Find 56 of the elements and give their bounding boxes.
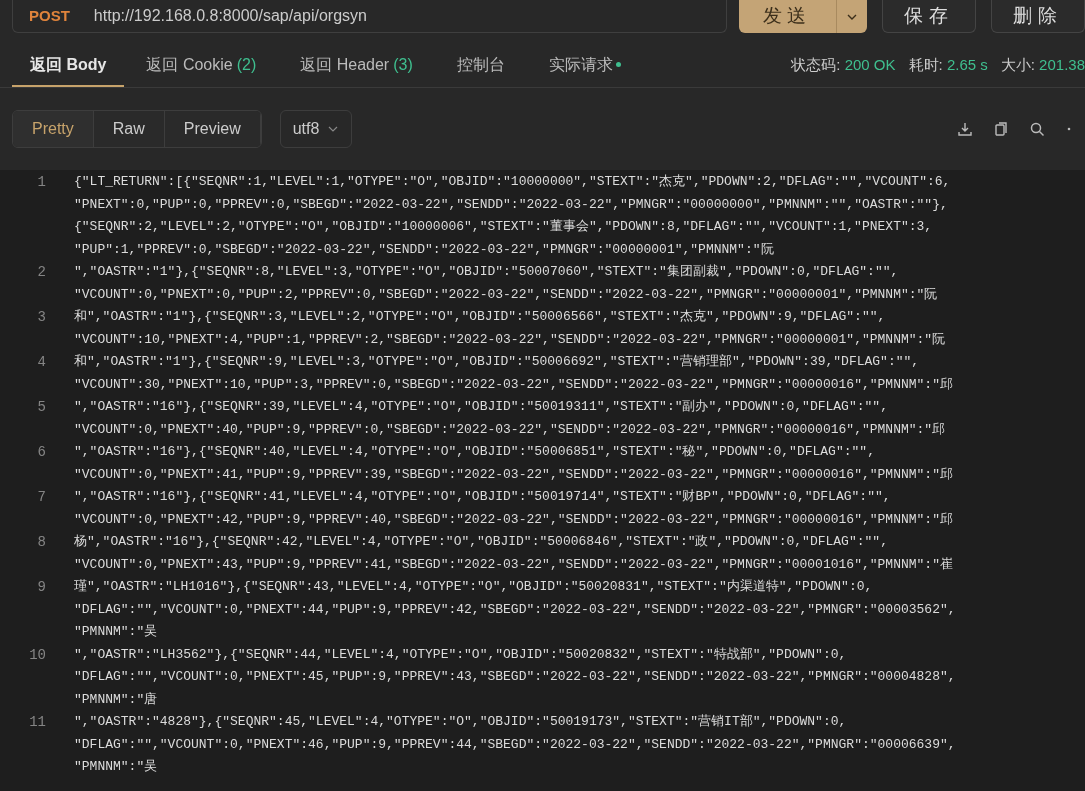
code-text: "PMNNM":"吴: [74, 623, 159, 641]
code-text: ","OASTR":"LH3562"},{"SEQNR":44,"LEVEL":4,"OTYPE":"O","OBJID":"50020832","STEXT":"特战部","PDOWN":0,: [74, 645, 848, 664]
code-text: "VCOUNT":0,"PNEXT":43,"PUP":9,"PPREV":41,"SBEGD":"2022-03-22","SENDD":"2022-03-22","PMNGR":"00001016","PMNNM":"崔: [74, 555, 953, 574]
line-number: 7: [36, 488, 46, 507]
code-text: "VCOUNT":0,"PNEXT":0,"PUP":2,"PPREV":0,"SBEGD":"2022-03-22","SENDD":"2022-03-22","PMNGR":"00000001","PMNNM":"阮: [74, 285, 938, 304]
search-icon[interactable]: [1029, 121, 1045, 137]
code-text: "PMNNM":"吴: [74, 758, 159, 776]
line-number: 5: [36, 398, 46, 417]
code-text: "VCOUNT":30,"PNEXT":10,"PUP":3,"PPREV":0,"SBEGD":"2022-03-22","SENDD":"2022-03-22","PMNGR":"00000016","PMNNM":"邱: [74, 375, 953, 394]
code-text: {"LT_RETURN":[{"SEQNR":1,"LEVEL":1,"OTYPE":"O","OBJID":"10000000","STEXT":"杰克","PDOWN":2,"DFLAG":"","VCOUNT":6,: [74, 173, 951, 191]
code-text: {"SEQNR":2,"LEVEL":2,"OTYPE":"O","OBJID":"10000006","STEXT":"董事会","PDOWN":8,"DFLAG":"","VCOUNT":1,"PNEXT":3,: [74, 218, 934, 236]
line-number: 4: [36, 353, 46, 372]
response-tab[interactable]: 返回 Header (3): [278, 44, 435, 87]
copy-icon[interactable]: [993, 121, 1009, 137]
line-number: 3: [36, 308, 46, 327]
toolbar-button[interactable]: 删除: [991, 0, 1085, 33]
code-text: ","OASTR":"16"},{"SEQNR":41,"LEVEL":4,"OTYPE":"O","OBJID":"50019714","STEXT":"财BP","PDOWN":0,"DFLAG":"",: [74, 488, 892, 506]
encoding-dropdown[interactable]: utf8: [279, 110, 353, 148]
code-text: ","OASTR":"4828"},{"SEQNR":45,"LEVEL":4,"OTYPE":"O","OBJID":"50019173","STEXT":"营销IT部","PDOWN":0,: [74, 713, 848, 731]
response-tab[interactable]: 实际请求: [526, 44, 643, 87]
line-number: 9: [36, 578, 46, 597]
status-text: 状态码: 200 OK: [791, 55, 896, 76]
code-text: "VCOUNT":10,"PNEXT":4,"PUP":1,"PPREV":2,"SBEGD":"2022-03-22","SENDD":"2022-03-22","PMNGR":"00000001","PMNNM":"阮: [74, 330, 946, 349]
code-text: "PNEXT":0,"PUP":0,"PPREV":0,"SBEGD":"2022-03-22","SENDD":"2022-03-22","PMNGR":"00000000","PMNNM":"","OASTR":""},: [74, 195, 949, 214]
code-text: "VCOUNT":0,"PNEXT":41,"PUP":9,"PPREV":39,"SBEGD":"2022-03-22","SENDD":"2022-03-22","PMNGR":"00000016","PMNNM":"邱: [74, 465, 953, 484]
line-number: 8: [36, 533, 46, 552]
code-text: "VCOUNT":0,"PNEXT":42,"PUP":9,"PPREV":40,"SBEGD":"2022-03-22","SENDD":"2022-03-22","PMNGR":"00000016","PMNNM":"邱: [74, 510, 953, 529]
toolbar-button[interactable]: 保存: [882, 0, 976, 33]
code-text: 瑾","OASTR":"LH1016"},{"SEQNR":43,"LEVEL":4,"OTYPE":"O","OBJID":"50020831","STEXT":"内渠道特","PDOWN":0,: [74, 578, 874, 596]
method-label: POST: [29, 5, 70, 26]
url-bar[interactable]: POST http://192.168.0.8:8000/sap/api/orgsyn: [12, 0, 727, 33]
code-text: "DFLAG":"","VCOUNT":0,"PNEXT":46,"PUP":9,"PPREV":44,"SBEGD":"2022-03-22","SENDD":"2022-03-22","PMNGR":"00006639",: [74, 735, 956, 754]
line-number: 10: [28, 645, 46, 665]
response-tab[interactable]: 返回 Cookie (2): [124, 44, 279, 87]
line-number: 1: [36, 173, 46, 192]
view-mode-tab[interactable]: Pretty: [13, 111, 94, 147]
line-number: 11: [28, 713, 46, 732]
response-tab[interactable]: 控制台: [434, 44, 527, 87]
url-text: http://192.168.0.8:8000/sap/api/orgsyn: [93, 6, 367, 26]
code-text: 和","OASTR":"1"},{"SEQNR":9,"LEVEL":3,"OTYPE":"O","OBJID":"50006692","STEXT":"营销理部","PDOWN":39,"DFLAG":"",: [74, 353, 921, 371]
line-number: 2: [36, 263, 46, 282]
code-text: ","OASTR":"16"},{"SEQNR":40,"LEVEL":4,"OTYPE":"O","OBJID":"50006851","STEXT":"秘","PDOWN":0,"DFLAG":"",: [74, 443, 876, 461]
line-number: 6: [36, 443, 46, 462]
code-text: ","OASTR":"1"},{"SEQNR":8,"LEVEL":3,"OTYPE":"O","OBJID":"50007060","STEXT":"集团副裁","PDOWN":0,"DFLAG":"",: [74, 263, 900, 281]
code-text: 和","OASTR":"1"},{"SEQNR":3,"LEVEL":2,"OTYPE":"O","OBJID":"50006566","STEXT":"杰克","PDOWN":9,"DFLAG":"",: [74, 308, 887, 326]
status-text: 大小: 201.38: [1000, 55, 1085, 76]
code-text: "VCOUNT":0,"PNEXT":40,"PUP":9,"PPREV":0,"SBEGD":"2022-03-22","SENDD":"2022-03-22","PMNGR":"00000016","PMNNM":"邱: [74, 420, 946, 439]
response-tab[interactable]: 返回 Body: [12, 44, 125, 87]
code-text: "DFLAG":"","VCOUNT":0,"PNEXT":45,"PUP":9,"PPREV":43,"SBEGD":"2022-03-22","SENDD":"2022-03-22","PMNGR":"00004828",: [74, 668, 956, 686]
code-text: "DFLAG":"","VCOUNT":0,"PNEXT":44,"PUP":9,"PPREV":42,"SBEGD":"2022-03-22","SENDD":"2022-03-22","PMNGR":"00003562",: [74, 600, 956, 619]
code-text: "PUP":1,"PPREV":0,"SBEGD":"2022-03-22","SENDD":"2022-03-22","PMNGR":"00000001","PMNNM":"阮: [74, 240, 775, 259]
code-text: ","OASTR":"16"},{"SEQNR":39,"LEVEL":4,"OTYPE":"O","OBJID":"50019311","STEXT":"副办","PDOWN":0,"DFLAG":"",: [74, 398, 889, 416]
code-text: 杨","OASTR":"16"},{"SEQNR":42,"LEVEL":4,"OTYPE":"O","OBJID":"50006846","STEXT":"政","PDOWN":0,"DFLAG":"",: [74, 533, 889, 551]
status-text: 耗时: 2.65 s: [908, 55, 988, 76]
download-icon[interactable]: [957, 121, 973, 137]
code-text: "PMNNM":"唐: [74, 690, 159, 709]
